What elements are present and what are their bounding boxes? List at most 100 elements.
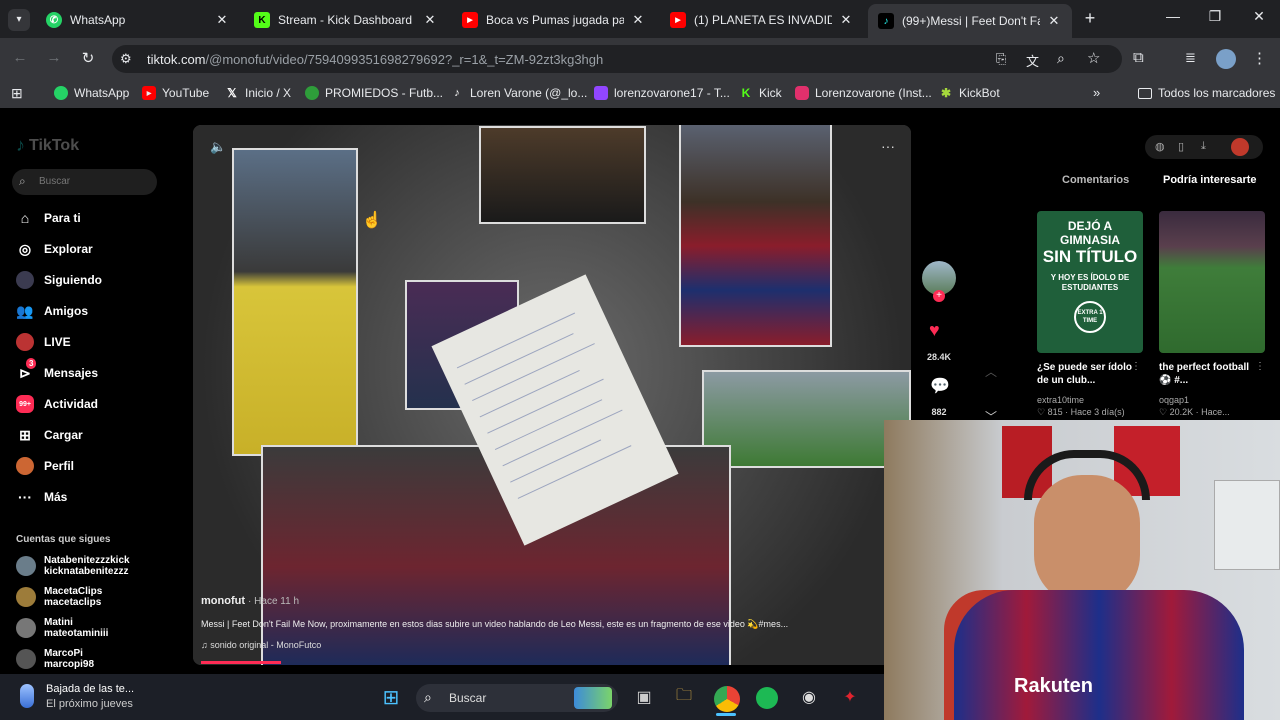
bookmark-instagram[interactable]: Lorenzovarone (Inst... — [795, 86, 932, 100]
comment-icon[interactable]: 💬 — [930, 376, 950, 396]
card-more-icon[interactable]: ⋮ — [1255, 361, 1265, 372]
all-bookmarks-folder[interactable]: Todos los marcadores — [1138, 86, 1275, 100]
apps-grid-icon[interactable]: ⊞ — [11, 85, 23, 102]
weather-title[interactable]: Bajada de las te... — [46, 683, 134, 695]
card-title[interactable]: the perfect football ⚽️ #... — [1159, 361, 1259, 387]
close-tab-icon[interactable]: ✕ — [630, 12, 646, 28]
task-view-icon[interactable]: ▣ — [632, 686, 656, 708]
card-author[interactable]: extra10time — [1037, 395, 1084, 405]
spotify-icon[interactable] — [756, 687, 778, 709]
kickbot-icon: ✱ — [940, 86, 952, 100]
prev-video-chevron-icon[interactable]: ︿ — [985, 363, 997, 380]
video-author[interactable]: monofut · Hace 11 h — [201, 595, 299, 607]
forward-button[interactable]: → — [44, 49, 64, 66]
close-tab-icon[interactable]: ✕ — [422, 12, 438, 28]
back-button[interactable]: ← — [10, 49, 30, 66]
chrome-taskbar-icon[interactable] — [714, 686, 740, 712]
windows-start-icon[interactable]: ⊞ — [379, 686, 403, 709]
suggested-video-card[interactable]: DEJÓ A GIMNASIA SIN TÍTULO Y HOY ES ÍDOL… — [1037, 211, 1143, 353]
bookmark-promiedos[interactable]: PROMIEDOS - Futb... — [305, 86, 443, 100]
tab-tiktok-messi[interactable]: ♪ (99+)Messi | Feet Don't Fail ✕ — [868, 4, 1072, 38]
new-tab-button[interactable]: + — [1080, 8, 1100, 29]
more-bookmarks-icon[interactable]: » — [1093, 85, 1100, 100]
nav-siguiendo[interactable]: Siguiendo — [16, 271, 102, 289]
volume-icon[interactable]: 🔈 — [210, 139, 226, 155]
tab-kick-dashboard[interactable]: K Stream - Kick Dashboard ✕ — [244, 6, 448, 34]
nav-perfil[interactable]: Perfil — [16, 457, 74, 475]
bookmark-twitch[interactable]: lorenzovarone17 - T... — [594, 86, 730, 100]
video-progress[interactable] — [201, 661, 281, 664]
file-explorer-icon[interactable]: 🗀 — [672, 686, 696, 708]
whatsapp-icon: ✆ — [46, 12, 62, 28]
close-tab-icon[interactable]: ✕ — [838, 12, 854, 28]
tab-strip: ▾ ✆ WhatsApp ✕ K Stream - Kick Dashboard… — [0, 0, 1280, 38]
upload-icon: ⊞ — [19, 426, 31, 443]
reload-button[interactable]: ↻ — [78, 49, 98, 67]
following-title: Cuentas que sigues — [16, 534, 111, 545]
tab-boca-pumas[interactable]: ▶ Boca vs Pumas jugada para ✕ — [452, 6, 656, 34]
bookmark-whatsapp[interactable]: WhatsApp — [54, 86, 129, 100]
install-app-icon[interactable]: ⎘ — [996, 51, 1006, 67]
tab-planeta-invadido[interactable]: ▶ (1) PLANETA ES INVADIDO P ✕ — [660, 6, 864, 34]
card-author[interactable]: oqgap1 — [1159, 395, 1189, 405]
chrome-menu-icon[interactable]: ⋮ — [1252, 49, 1267, 67]
bookmark-star-icon[interactable]: ☆ — [1087, 49, 1100, 67]
nav-explorar[interactable]: ◎ Explorar — [16, 240, 93, 258]
tab-podria-interesarte[interactable]: Podría interesarte — [1163, 174, 1257, 186]
profile-avatar-icon[interactable] — [1216, 49, 1236, 69]
settings-icon[interactable]: ◍ — [1155, 140, 1165, 153]
site-info-icon[interactable]: ⚙ — [120, 51, 132, 67]
close-tab-icon[interactable]: ✕ — [1046, 13, 1062, 29]
translate-icon[interactable]: 文 — [1026, 51, 1039, 70]
follow-plus-icon[interactable]: + — [933, 290, 945, 302]
bookmark-x[interactable]: 𝕏 Inicio / X — [225, 86, 291, 100]
minimize-button[interactable]: — — [1163, 8, 1183, 24]
card-more-icon[interactable]: ⋮ — [1131, 361, 1141, 372]
close-tab-icon[interactable]: ✕ — [214, 12, 230, 28]
video-description: Messi | Feet Don't Fail Me Now, proximam… — [201, 619, 789, 629]
bookmark-youtube[interactable]: ▶ YouTube — [142, 86, 209, 100]
close-window-button[interactable]: ✕ — [1249, 8, 1269, 25]
nav-actividad[interactable]: 99+ Actividad — [16, 395, 98, 413]
nav-para-ti[interactable]: ⌂ Para ti — [16, 209, 81, 227]
nav-cargar[interactable]: ⊞ Cargar — [16, 426, 83, 444]
following-item[interactable]: Natabenitezzzkick kicknatabenitezzz — [16, 555, 130, 577]
user-avatar[interactable] — [1231, 138, 1249, 156]
restore-button[interactable]: ❐ — [1205, 8, 1225, 25]
zoom-icon[interactable]: ⌕ — [1057, 50, 1065, 67]
following-item[interactable]: MacetaClips macetaclips — [16, 586, 102, 608]
following-item[interactable]: Matini mateotaminiii — [16, 617, 108, 639]
video-sound[interactable]: ♫ sonido original - MonoFutco — [201, 640, 321, 650]
download-icon[interactable]: ⤓ — [1201, 140, 1206, 153]
extensions-icon[interactable]: ⧉ — [1133, 49, 1144, 66]
url-text[interactable]: tiktok.com/@monofut/video/75940993516982… — [147, 52, 603, 67]
nav-amigos[interactable]: 👥 Amigos — [16, 302, 88, 320]
obs-icon[interactable]: ◉ — [797, 686, 821, 708]
nav-mensajes[interactable]: ⊳ 3 Mensajes — [16, 358, 98, 382]
tab-comentarios[interactable]: Comentarios — [1062, 174, 1129, 186]
media-control-icon[interactable]: ≣ — [1185, 50, 1196, 66]
tab-search-chevron-icon[interactable]: ▾ — [8, 9, 30, 31]
avatar — [16, 587, 36, 607]
bookmark-kickbot[interactable]: ✱ KickBot — [939, 86, 1000, 100]
suggested-video-card[interactable] — [1159, 211, 1265, 353]
video-more-icon[interactable]: ··· — [881, 138, 895, 154]
webcam-overlay: Rakuten — [884, 420, 1280, 720]
tiktok-logo[interactable]: ♪ TikTok — [16, 135, 79, 156]
nav-live[interactable]: LIVE — [16, 333, 71, 351]
search-input[interactable]: ⌕ Buscar — [12, 169, 157, 195]
instagram-icon — [795, 86, 809, 100]
taskbar-search[interactable]: ⌕ Buscar — [416, 684, 618, 712]
tab-whatsapp[interactable]: ✆ WhatsApp ✕ — [36, 6, 240, 34]
nav-mas[interactable]: ··· Más — [16, 488, 67, 506]
following-item[interactable]: MarcoPi marcopi98 — [16, 648, 94, 670]
like-icon[interactable]: ♥ — [929, 320, 940, 341]
weather-icon[interactable] — [20, 684, 34, 708]
bookmark-tiktok-loren[interactable]: ♪ Loren Varone (@_lo... — [450, 86, 587, 100]
app-icon[interactable]: ✦ — [838, 686, 862, 708]
avatar — [16, 556, 36, 576]
device-icon[interactable]: ▯ — [1178, 140, 1184, 153]
bookmark-kick[interactable]: K Kick — [739, 86, 782, 100]
avatar — [16, 649, 36, 669]
card-title[interactable]: ¿Se puede ser ídolo de un club... — [1037, 361, 1137, 387]
